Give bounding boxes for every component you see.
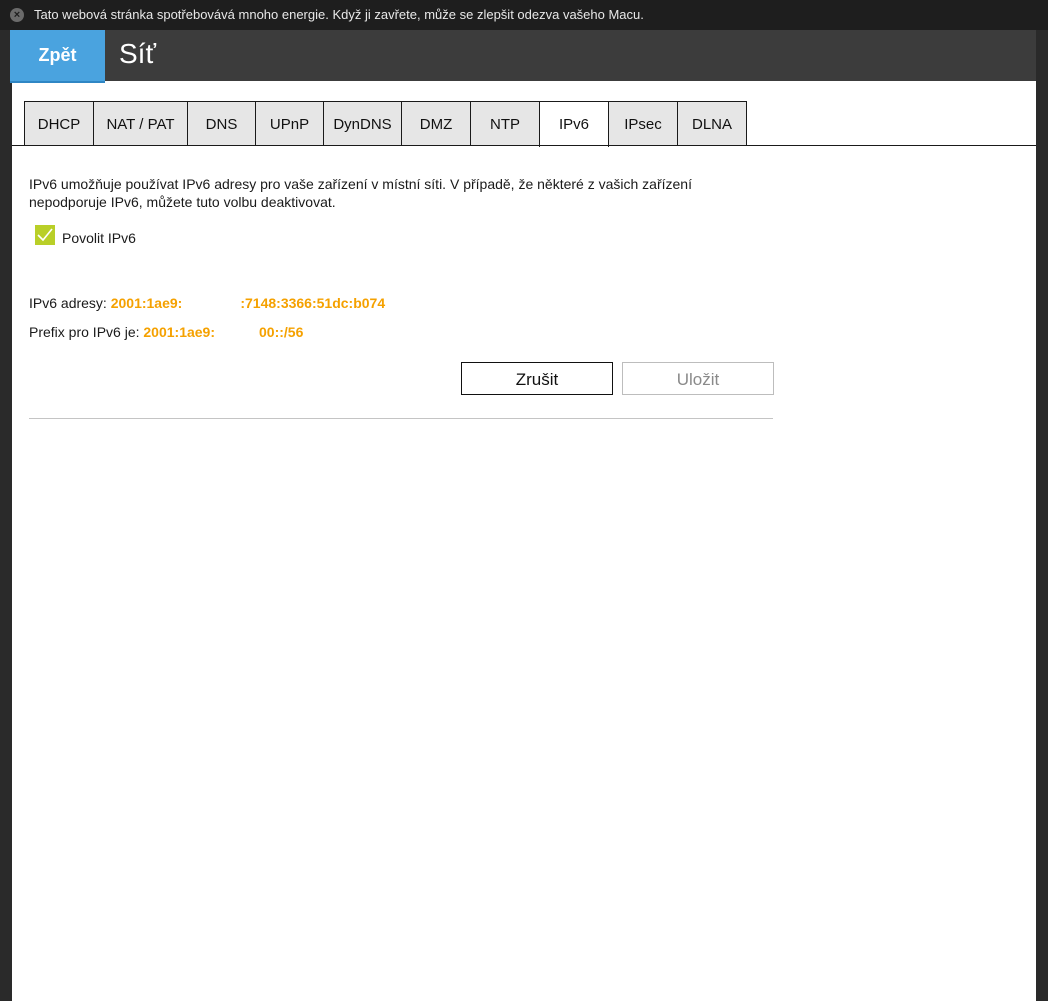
- ipv6-prefix-part1: 2001:1ae9:: [143, 324, 216, 340]
- ipv6-panel: IPv6 umožňuje používat IPv6 adresy pro v…: [29, 175, 789, 419]
- energy-warning-banner: × Tato webová stránka spotřebovává mnoho…: [0, 0, 1048, 30]
- header-bar: Zpět Síť: [10, 30, 1036, 83]
- tab-ntp[interactable]: NTP: [470, 101, 540, 145]
- tab-dyndns[interactable]: DynDNS: [323, 101, 402, 145]
- ipv6-prefix-part2: 00::/56: [259, 324, 304, 340]
- enable-ipv6-label: Povolit IPv6: [62, 230, 136, 246]
- enable-ipv6-checkbox[interactable]: [35, 225, 55, 245]
- tab-dlna[interactable]: DLNA: [677, 101, 747, 145]
- tab-ipsec[interactable]: IPsec: [608, 101, 678, 145]
- tab-upnp[interactable]: UPnP: [255, 101, 324, 145]
- page: Zpět Síť DHCP NAT / PAT DNS UPnP DynDNS …: [10, 30, 1036, 1001]
- ipv6-address-part1: 2001:1ae9:: [110, 295, 183, 311]
- page-title: Síť: [119, 38, 156, 69]
- browser-frame: Zpět Síť DHCP NAT / PAT DNS UPnP DynDNS …: [0, 30, 1048, 1001]
- tab-nat-pat[interactable]: NAT / PAT: [93, 101, 188, 145]
- close-circle-icon[interactable]: ×: [10, 8, 24, 22]
- cancel-button[interactable]: Zrušit: [461, 362, 613, 395]
- ipv6-prefix-label: Prefix pro IPv6 je:: [29, 324, 140, 340]
- back-button[interactable]: Zpět: [10, 30, 105, 83]
- ipv6-address-row: IPv6 adresy: 2001:1ae9: :7148:3366:51dc:b…: [29, 295, 385, 311]
- ipv6-description: IPv6 umožňuje používat IPv6 adresy pro v…: [29, 176, 692, 210]
- checkmark-icon: [37, 228, 53, 242]
- ipv6-address-label: IPv6 adresy:: [29, 295, 107, 311]
- ipv6-address-part2: :7148:3366:51dc:b074: [240, 295, 386, 311]
- banner-message: Tato webová stránka spotřebovává mnoho e…: [34, 7, 644, 22]
- tab-ipv6[interactable]: IPv6: [539, 101, 609, 147]
- tab-bar: DHCP NAT / PAT DNS UPnP DynDNS DMZ NTP I…: [24, 101, 747, 147]
- save-button[interactable]: Uložit: [622, 362, 774, 395]
- content-divider: [29, 418, 773, 419]
- tab-divider: [12, 145, 1036, 146]
- tab-dmz[interactable]: DMZ: [401, 101, 471, 145]
- tab-dhcp[interactable]: DHCP: [24, 101, 94, 145]
- ipv6-prefix-row: Prefix pro IPv6 je: 2001:1ae9: 00::/56: [29, 324, 303, 340]
- tab-dns[interactable]: DNS: [187, 101, 256, 145]
